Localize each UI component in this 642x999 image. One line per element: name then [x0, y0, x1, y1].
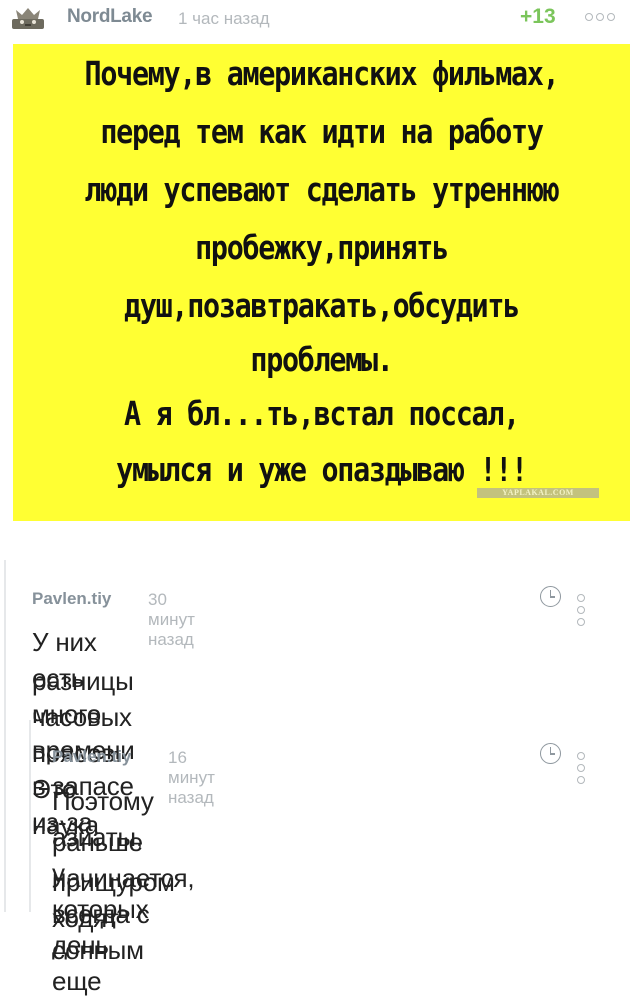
thread-branch-line[interactable] [4, 560, 6, 912]
meme-line: проблемы. [250, 340, 393, 379]
meme-line: умылся и уже опаздываю !!! [116, 450, 528, 489]
post-time: 1 час назад [178, 9, 270, 28]
post-image[interactable]: Почему,в американских фильмах, перед тем… [13, 44, 630, 521]
more-dots-icon[interactable] [577, 593, 588, 629]
meme-line: А я бл...ть,встал поссал, [124, 394, 520, 433]
comment-time: 16 минут назад [168, 748, 215, 807]
meme-line: Почему,в американских фильмах, [84, 54, 560, 93]
post-author[interactable]: NordLake [67, 6, 153, 28]
watermark: YAPLAKAL.COM [477, 488, 599, 498]
meme-line: люди успевают сделать утреннюю [84, 170, 560, 209]
more-dots-icon[interactable] [577, 751, 588, 787]
comment-author[interactable]: Pavlen.tiy [52, 747, 131, 767]
comment-text-line: прищуром ходят [52, 867, 175, 933]
comment-time: 30 минут назад [148, 590, 195, 649]
more-dots-icon[interactable] [585, 12, 618, 24]
post-score: +13 [520, 5, 556, 28]
comment-author[interactable]: Pavlen.tiy [32, 589, 111, 609]
meme-line: душ,позавтракать,обсудить [124, 286, 520, 325]
clock-icon[interactable] [540, 743, 561, 764]
clock-icon[interactable] [540, 586, 561, 607]
meme-line: перед тем как идти на работу [100, 112, 544, 151]
meme-line: пробежку,принять [195, 228, 449, 267]
avatar-icon[interactable] [10, 6, 46, 30]
post-header: NordLake 1 час назад +13 [10, 3, 632, 31]
thread-branch-line[interactable] [29, 720, 31, 912]
